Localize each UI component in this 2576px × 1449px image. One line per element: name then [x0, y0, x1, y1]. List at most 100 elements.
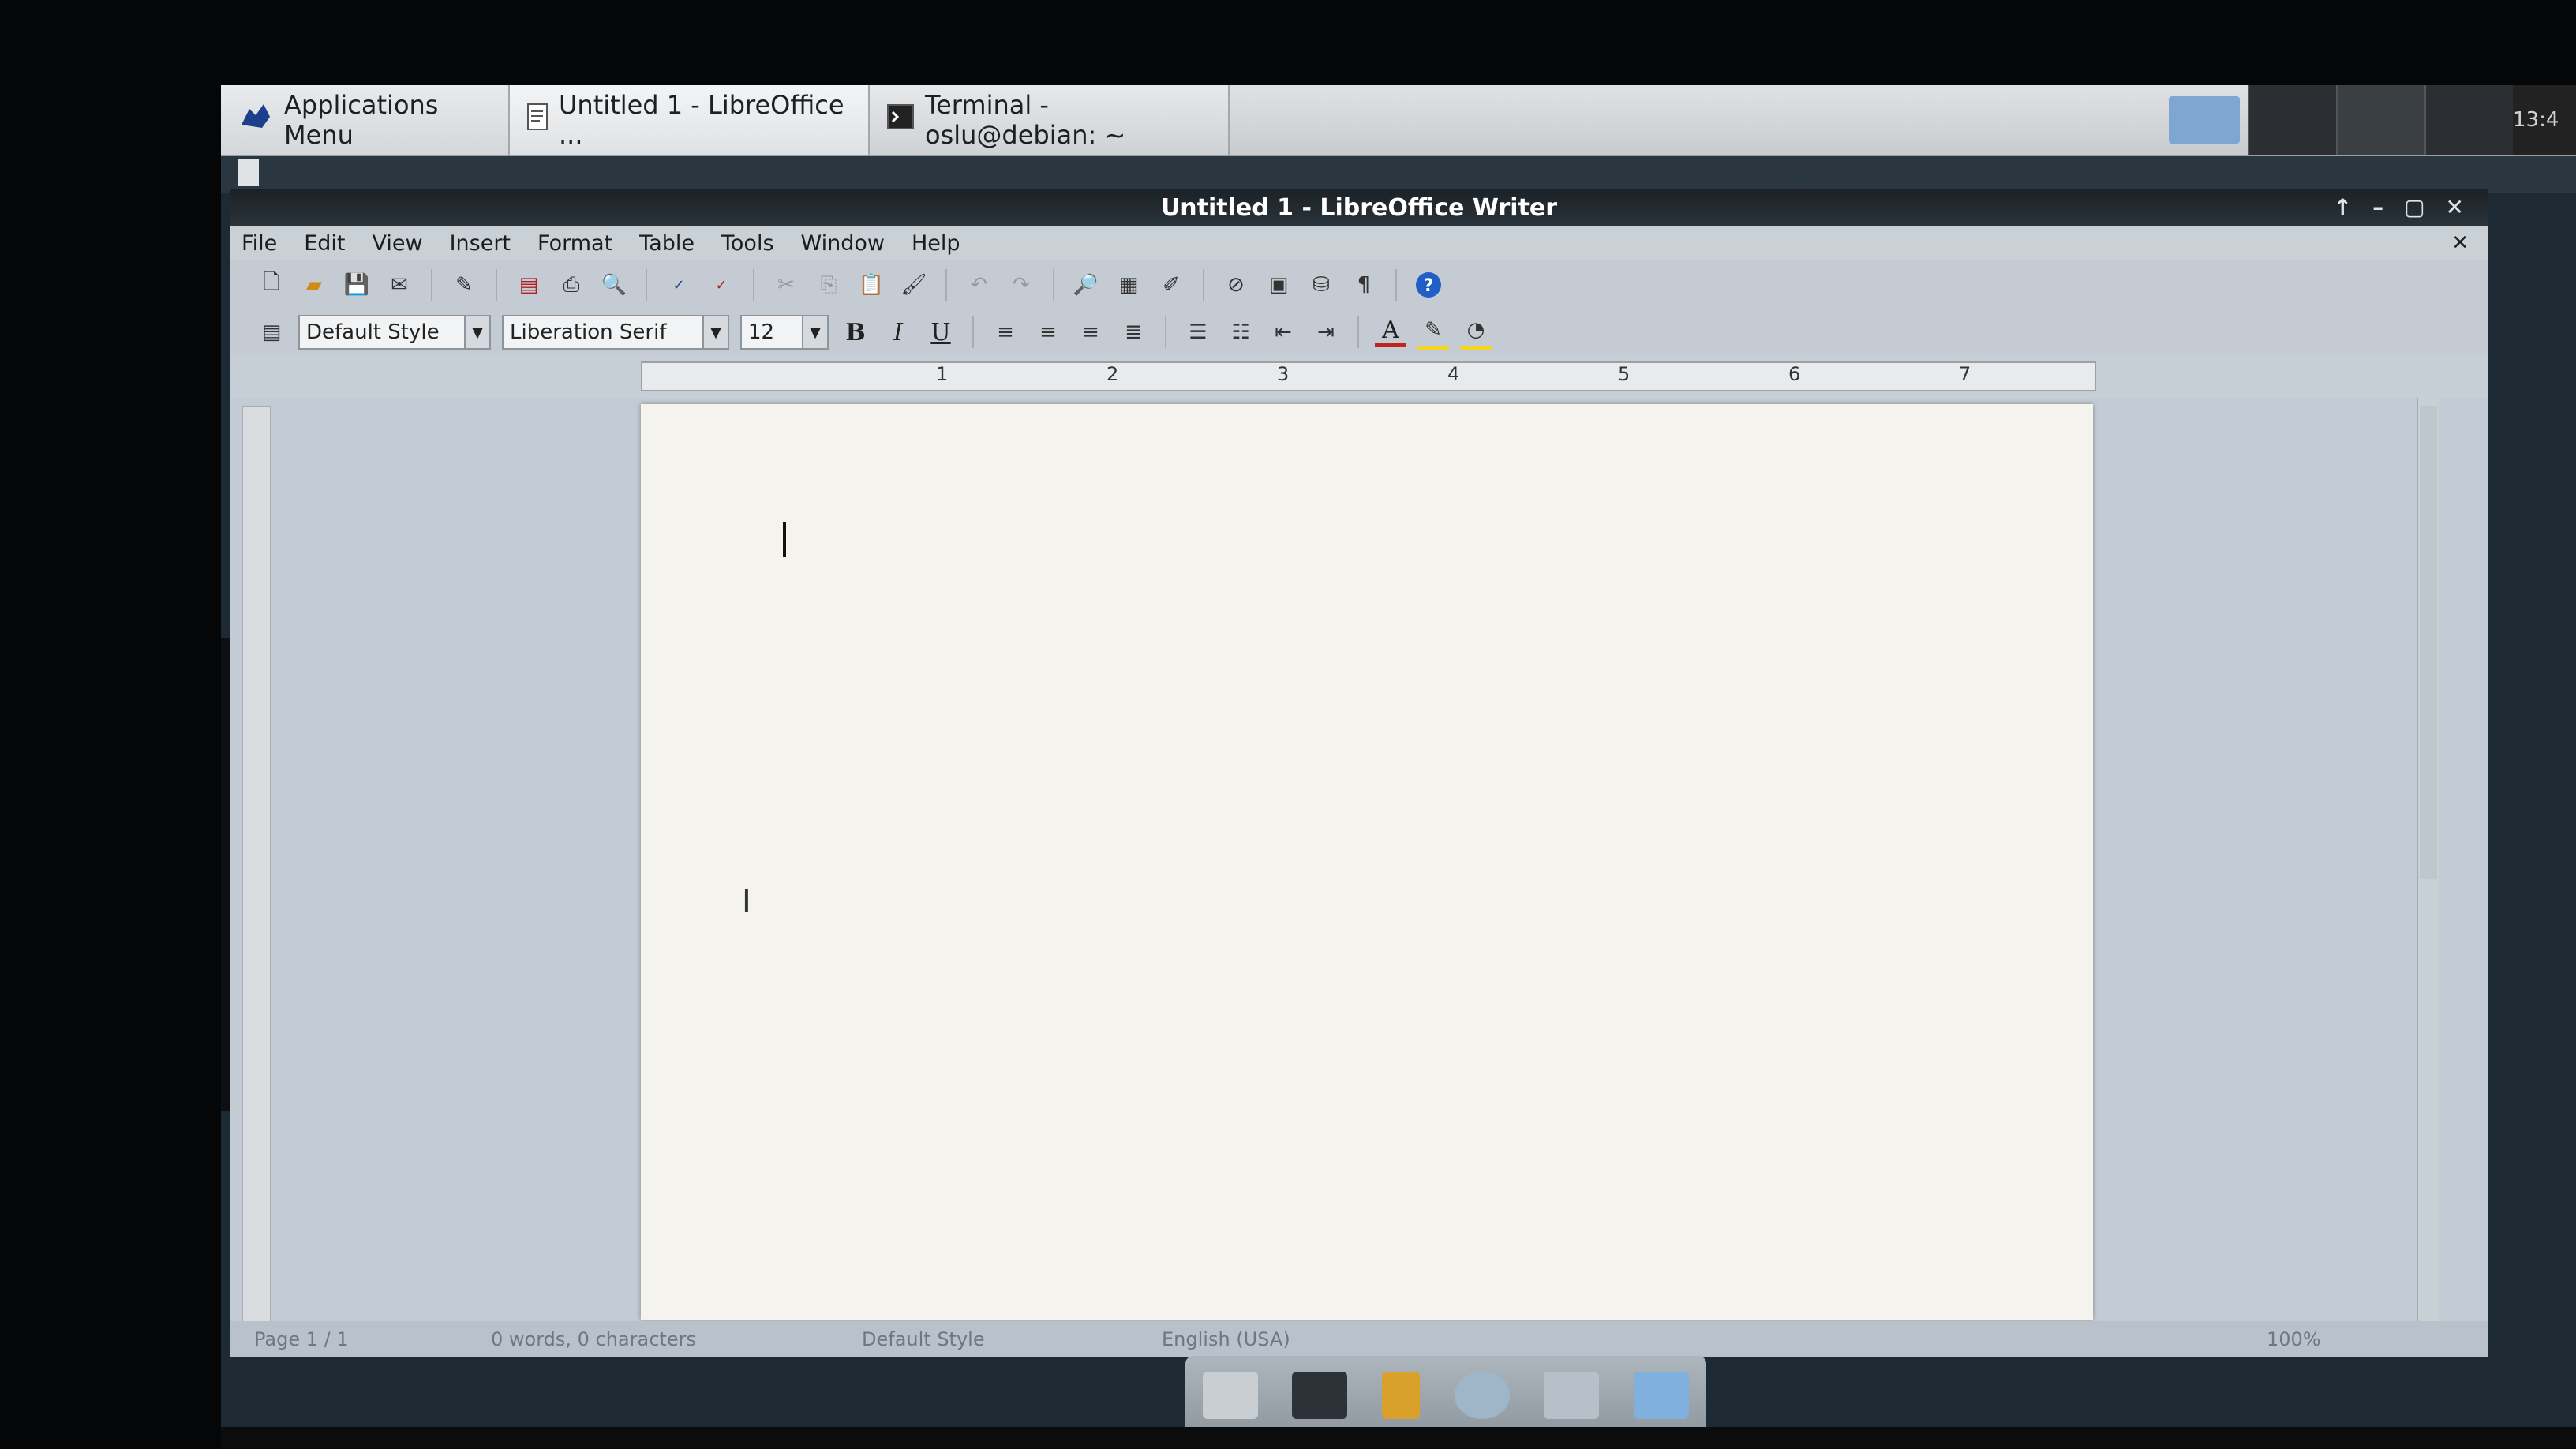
align-right-icon[interactable]: ≡: [1075, 316, 1106, 348]
scrollbar-thumb[interactable]: [2420, 406, 2437, 879]
applications-menu-button[interactable]: Applications Menu: [221, 85, 510, 155]
menu-edit[interactable]: Edit: [304, 231, 345, 256]
mouse-logo-icon: [238, 101, 273, 139]
tray-notes[interactable]: [2161, 85, 2248, 155]
open-folder-icon[interactable]: ▰: [298, 269, 330, 301]
highlighting-icon[interactable]: ✎: [1417, 314, 1449, 350]
numbering-icon[interactable]: ☰: [1182, 316, 1214, 348]
toolbar-separator: [753, 269, 754, 301]
chevron-down-icon[interactable]: ▼: [464, 316, 489, 348]
redo-icon[interactable]: ↷: [1005, 269, 1037, 301]
undo-icon[interactable]: ↶: [963, 269, 994, 301]
menu-help[interactable]: Help: [912, 231, 960, 256]
menu-table[interactable]: Table: [639, 231, 695, 256]
task-terminal[interactable]: Terminal - oslu@debian: ~: [870, 85, 1230, 155]
email-icon[interactable]: ✉: [384, 269, 415, 301]
menu-file[interactable]: File: [242, 231, 277, 256]
file-manager-icon[interactable]: [1382, 1372, 1421, 1419]
gallery-icon[interactable]: ▣: [1263, 269, 1294, 301]
paragraph-style-select[interactable]: Default Style ▼: [298, 315, 491, 350]
shade-icon[interactable]: ↑: [2334, 194, 2352, 220]
text-cursor: [783, 522, 786, 557]
status-zoom[interactable]: 100%: [2267, 1328, 2321, 1350]
workspace-2[interactable]: [2336, 85, 2424, 155]
ruler-label: 5: [1618, 363, 1631, 385]
styles-formatting-icon[interactable]: ▤: [256, 316, 287, 348]
align-center-icon[interactable]: ≡: [1032, 316, 1064, 348]
underline-button[interactable]: U: [925, 316, 957, 348]
toolbar-separator: [1165, 316, 1166, 348]
vertical-scrollbar[interactable]: [2417, 398, 2439, 1321]
align-left-icon[interactable]: ≡: [990, 316, 1021, 348]
save-icon[interactable]: 💾: [341, 269, 373, 301]
document-page[interactable]: I: [641, 404, 2093, 1320]
chevron-down-icon[interactable]: ▼: [802, 316, 827, 348]
window-controls: ↑ – ▢ ✕: [2334, 194, 2464, 220]
close-icon[interactable]: ✕: [2446, 194, 2464, 220]
bullets-icon[interactable]: ☷: [1225, 316, 1256, 348]
font-name-select[interactable]: Liberation Serif ▼: [502, 315, 729, 350]
menu-insert[interactable]: Insert: [450, 231, 511, 256]
font-size-select[interactable]: 12 ▼: [740, 315, 829, 350]
navigator-icon[interactable]: ⊘: [1220, 269, 1252, 301]
web-browser-icon[interactable]: [1454, 1372, 1510, 1419]
taskbar-spacer: [1230, 85, 2161, 155]
standard-toolbar: 🗋 ▰ 💾 ✉ ✎ ▤ ⎙ 🔍 ✓ ✓ ✂ ⎘ 📋 🖌 ↶ ↷ 🔎 ▦ ✐ ⊘ …: [230, 260, 2488, 309]
background-color-icon[interactable]: ◔: [1460, 314, 1492, 350]
font-size-value: 12: [748, 320, 775, 344]
decrease-indent-icon[interactable]: ⇤: [1267, 316, 1299, 348]
minimize-icon[interactable]: –: [2372, 194, 2383, 220]
workspace-1[interactable]: [2248, 85, 2336, 155]
maximize-icon[interactable]: ▢: [2404, 194, 2424, 220]
find-replace-icon[interactable]: 🔎: [1070, 269, 1102, 301]
window-titlebar[interactable]: Untitled 1 - LibreOffice Writer ↑ – ▢ ✕: [230, 189, 2488, 226]
applications-menu-label: Applications Menu: [284, 90, 439, 150]
cut-icon[interactable]: ✂: [770, 269, 802, 301]
data-sources-icon[interactable]: ⛁: [1305, 269, 1337, 301]
close-document-icon[interactable]: ✕: [2451, 231, 2469, 255]
notes-icon: [2169, 96, 2240, 144]
app-finder-icon[interactable]: [1544, 1372, 1600, 1419]
increase-indent-icon[interactable]: ⇥: [1310, 316, 1342, 348]
edit-file-icon[interactable]: ✎: [448, 269, 480, 301]
export-pdf-icon[interactable]: ▤: [513, 269, 545, 301]
terminal-launcher-icon[interactable]: [1292, 1372, 1348, 1419]
menu-format[interactable]: Format: [537, 231, 612, 256]
copy-icon[interactable]: ⎘: [813, 269, 844, 301]
autospellcheck-icon[interactable]: ✓: [706, 269, 737, 301]
table-icon[interactable]: ▦: [1113, 269, 1144, 301]
ibeam-pointer-icon: I: [742, 884, 751, 920]
desktop-file-icon[interactable]: [238, 159, 259, 186]
status-words: 0 words, 0 characters: [491, 1328, 696, 1350]
menu-view[interactable]: View: [372, 231, 422, 256]
menu-tools[interactable]: Tools: [721, 231, 774, 256]
show-desktop-icon[interactable]: [1202, 1372, 1258, 1419]
menu-window[interactable]: Window: [801, 231, 885, 256]
draw-functions-icon[interactable]: ✐: [1155, 269, 1187, 301]
justify-icon[interactable]: ≣: [1118, 316, 1149, 348]
chevron-down-icon[interactable]: ▼: [702, 316, 728, 348]
clone-formatting-icon[interactable]: 🖌: [898, 269, 930, 301]
workspace-3[interactable]: [2424, 85, 2513, 155]
new-document-icon[interactable]: 🗋: [256, 269, 287, 301]
font-color-button[interactable]: A: [1375, 316, 1406, 347]
font-name-value: Liberation Serif: [510, 320, 667, 344]
toolbar-separator: [1203, 269, 1204, 301]
toolbar-separator: [1357, 316, 1359, 348]
status-language[interactable]: English (USA): [1162, 1328, 1290, 1350]
task-writer[interactable]: Untitled 1 - LibreOffice ...: [510, 85, 870, 155]
bold-button[interactable]: B: [840, 316, 871, 348]
formatting-marks-icon[interactable]: ¶: [1348, 269, 1380, 301]
spellcheck-icon[interactable]: ✓: [663, 269, 695, 301]
status-page[interactable]: Page 1 / 1: [254, 1328, 349, 1350]
vertical-ruler[interactable]: [242, 406, 271, 1324]
print-icon[interactable]: ⎙: [556, 269, 587, 301]
help-icon[interactable]: ?: [1413, 269, 1444, 301]
print-preview-icon[interactable]: 🔍: [598, 269, 630, 301]
italic-button[interactable]: I: [882, 316, 914, 348]
folder-icon[interactable]: [1634, 1372, 1690, 1419]
paste-icon[interactable]: 📋: [856, 269, 887, 301]
status-style[interactable]: Default Style: [862, 1328, 985, 1350]
ruler-label: 4: [1447, 363, 1460, 385]
horizontal-ruler[interactable]: 1 2 3 4 5 6 7: [641, 361, 2096, 391]
